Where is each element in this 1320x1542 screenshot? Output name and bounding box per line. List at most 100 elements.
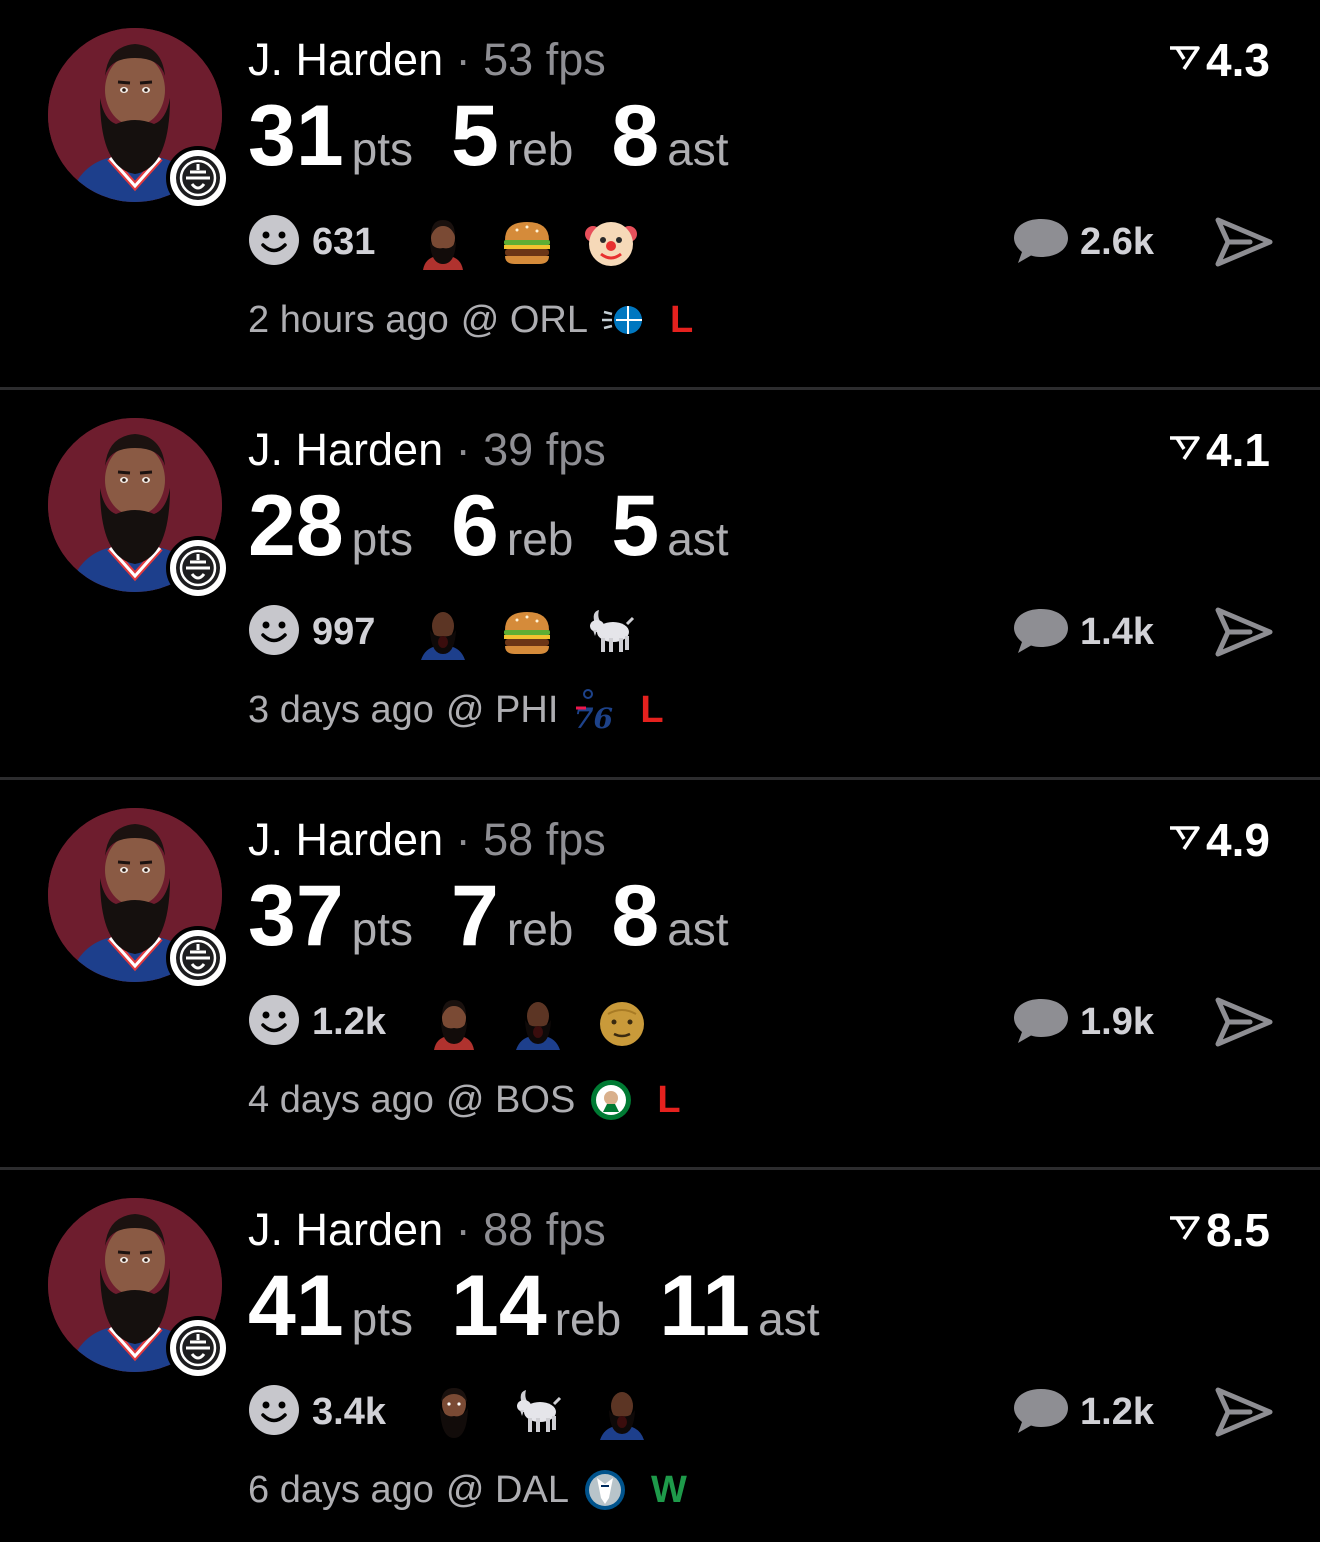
- rating-value: 4.3: [1206, 34, 1270, 86]
- share-button[interactable]: [1214, 1384, 1274, 1440]
- share-button[interactable]: [1214, 214, 1274, 270]
- harden-yell-emoji[interactable]: [415, 604, 471, 660]
- rating-arrow-icon: [1168, 45, 1200, 76]
- stat-reb-label: reb: [554, 1293, 622, 1345]
- game-post-card[interactable]: J. Harden · 88 fps 8.5 41 pts 14 reb 11 ast 3…: [0, 1167, 1320, 1542]
- comment-bubble-icon: [1012, 215, 1070, 270]
- stat-pts-label: pts: [351, 123, 414, 175]
- time-ago: 4 days ago: [248, 1078, 434, 1121]
- stat-ast-label: ast: [667, 123, 729, 175]
- opponent[interactable]: @ PHI: [446, 689, 558, 732]
- stat-ast-label: ast: [667, 513, 729, 565]
- goat-emoji[interactable]: [510, 1384, 566, 1440]
- rating[interactable]: 8.5: [1168, 1202, 1270, 1258]
- smile-react-icon[interactable]: [248, 604, 300, 661]
- stat-reb-value: 7: [451, 868, 499, 964]
- smile-react-icon[interactable]: [248, 214, 300, 271]
- comment-count: 1.4k: [1080, 610, 1154, 653]
- game-feed: J. Harden · 53 fps 4.3 31 pts 5 reb 8 ast 631…: [0, 0, 1320, 1542]
- stat-reb-label: reb: [506, 903, 574, 955]
- rating[interactable]: 4.9: [1168, 812, 1270, 868]
- dal-logo-icon: [583, 1468, 627, 1512]
- burger-emoji[interactable]: [499, 214, 555, 270]
- stat-line: 37 pts 7 reb 8 ast: [248, 866, 767, 966]
- opponent[interactable]: @ DAL: [446, 1469, 569, 1512]
- comments[interactable]: 1.9k: [1012, 992, 1154, 1052]
- old-man-emoji[interactable]: [594, 994, 650, 1050]
- title-separator: ·: [455, 424, 471, 475]
- burger-emoji[interactable]: [499, 604, 555, 660]
- reaction-count: 3.4k: [312, 1390, 386, 1433]
- stat-pts-label: pts: [351, 903, 414, 955]
- game-post-card[interactable]: J. Harden · 53 fps 4.3 31 pts 5 reb 8 ast 631…: [0, 0, 1320, 390]
- stat-ast-value: 11: [659, 1258, 751, 1354]
- post-title: J. Harden · 58 fps: [248, 812, 606, 868]
- stat-reb-label: reb: [506, 513, 574, 565]
- game-meta[interactable]: 2 hours ago @ ORL L: [248, 292, 693, 348]
- stat-pts-value: 37: [248, 868, 344, 964]
- comment-count: 1.9k: [1080, 1000, 1154, 1043]
- game-meta[interactable]: 4 days ago @ BOS L: [248, 1072, 681, 1128]
- game-post-card[interactable]: J. Harden · 58 fps 4.9 37 pts 7 reb 8 ast 1.2…: [0, 777, 1320, 1170]
- comments[interactable]: 2.6k: [1012, 212, 1154, 272]
- fantasy-points: 39 fps: [483, 424, 606, 475]
- harden-face-emoji[interactable]: [426, 994, 482, 1050]
- reaction-emoji-list: [415, 214, 667, 270]
- player-name[interactable]: J. Harden: [248, 34, 443, 85]
- rating-arrow-icon: [1168, 435, 1200, 466]
- comments[interactable]: 1.4k: [1012, 602, 1154, 662]
- opponent[interactable]: @ BOS: [446, 1079, 575, 1122]
- smile-react-icon[interactable]: [248, 994, 300, 1051]
- game-meta[interactable]: 6 days ago @ DAL W: [248, 1462, 687, 1518]
- comment-bubble-icon: [1012, 1385, 1070, 1440]
- reactions[interactable]: 3.4k: [248, 1382, 678, 1442]
- smile-react-icon[interactable]: [248, 1384, 300, 1441]
- reactions[interactable]: 631: [248, 212, 667, 272]
- time-ago: 3 days ago: [248, 688, 434, 731]
- player-name[interactable]: J. Harden: [248, 814, 443, 865]
- player-name[interactable]: J. Harden: [248, 424, 443, 475]
- stat-ast-value: 8: [611, 868, 660, 964]
- stat-pts-label: pts: [351, 1293, 414, 1345]
- bos-logo-icon: [589, 1078, 633, 1122]
- harden-face-emoji[interactable]: [415, 214, 471, 270]
- harden-head-emoji[interactable]: [426, 1384, 482, 1440]
- fantasy-points: 58 fps: [483, 814, 606, 865]
- game-post-card[interactable]: J. Harden · 39 fps 4.1 28 pts 6 reb 5 ast 997…: [0, 387, 1320, 780]
- comment-count: 1.2k: [1080, 1390, 1154, 1433]
- rating-value: 4.1: [1206, 424, 1270, 476]
- rating-arrow-icon: [1168, 1215, 1200, 1246]
- rating[interactable]: 4.3: [1168, 32, 1270, 88]
- rating[interactable]: 4.1: [1168, 422, 1270, 478]
- share-button[interactable]: [1214, 604, 1274, 660]
- stat-pts-value: 41: [248, 1258, 344, 1354]
- phi-logo-icon: 76: [572, 688, 616, 732]
- harden-yell-emoji[interactable]: [510, 994, 566, 1050]
- team-badge-icon: [166, 926, 230, 990]
- opponent[interactable]: @ ORL: [461, 299, 588, 342]
- stat-pts-value: 31: [248, 88, 344, 184]
- team-badge-icon: [166, 536, 230, 600]
- share-button[interactable]: [1214, 994, 1274, 1050]
- title-separator: ·: [455, 814, 471, 865]
- game-result: W: [650, 1468, 687, 1511]
- reactions[interactable]: 1.2k: [248, 992, 678, 1052]
- orl-logo-icon: [602, 298, 646, 342]
- rating-value: 4.9: [1206, 814, 1270, 866]
- game-meta[interactable]: 3 days ago @ PHI 76 L: [248, 682, 664, 738]
- team-badge-icon: [166, 146, 230, 210]
- goat-emoji[interactable]: [583, 604, 639, 660]
- post-title: J. Harden · 39 fps: [248, 422, 606, 478]
- reactions[interactable]: 997: [248, 602, 667, 662]
- harden-yell-emoji[interactable]: [594, 1384, 650, 1440]
- reaction-emoji-list: [426, 994, 678, 1050]
- stat-ast-label: ast: [667, 903, 729, 955]
- clown-emoji[interactable]: [583, 214, 639, 270]
- stat-reb-value: 6: [451, 478, 499, 574]
- reaction-count: 997: [312, 610, 376, 653]
- comments[interactable]: 1.2k: [1012, 1382, 1154, 1442]
- rating-value: 8.5: [1206, 1204, 1270, 1256]
- player-name[interactable]: J. Harden: [248, 1204, 443, 1255]
- stat-line: 41 pts 14 reb 11 ast: [248, 1256, 858, 1356]
- post-title: J. Harden · 88 fps: [248, 1202, 606, 1258]
